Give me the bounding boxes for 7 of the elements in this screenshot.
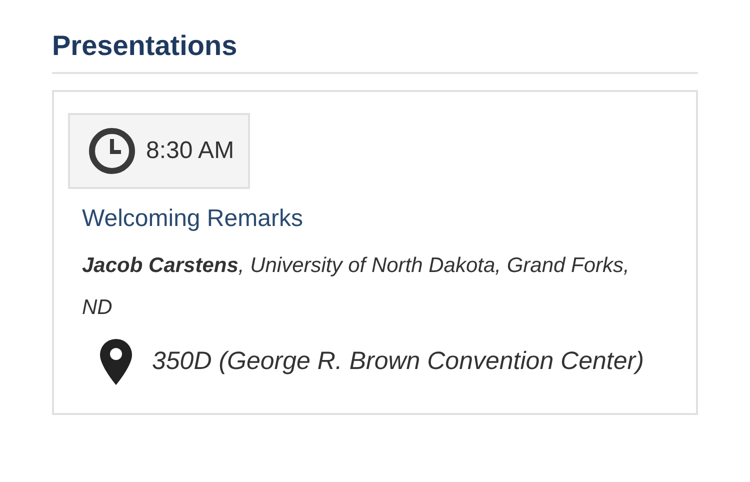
presentation-title-link[interactable]: Welcoming Remarks bbox=[82, 205, 682, 233]
location-pin-icon bbox=[100, 339, 132, 385]
clock-icon bbox=[88, 127, 136, 175]
speaker-text: Jacob Carstens, University of North Dakota, Grand Forks, ND bbox=[82, 253, 630, 321]
time-text: 8:30 AM bbox=[146, 137, 234, 165]
section-heading: Presentations bbox=[52, 30, 698, 74]
location-text: 350D (George R. Brown Convention Center) bbox=[152, 346, 644, 377]
